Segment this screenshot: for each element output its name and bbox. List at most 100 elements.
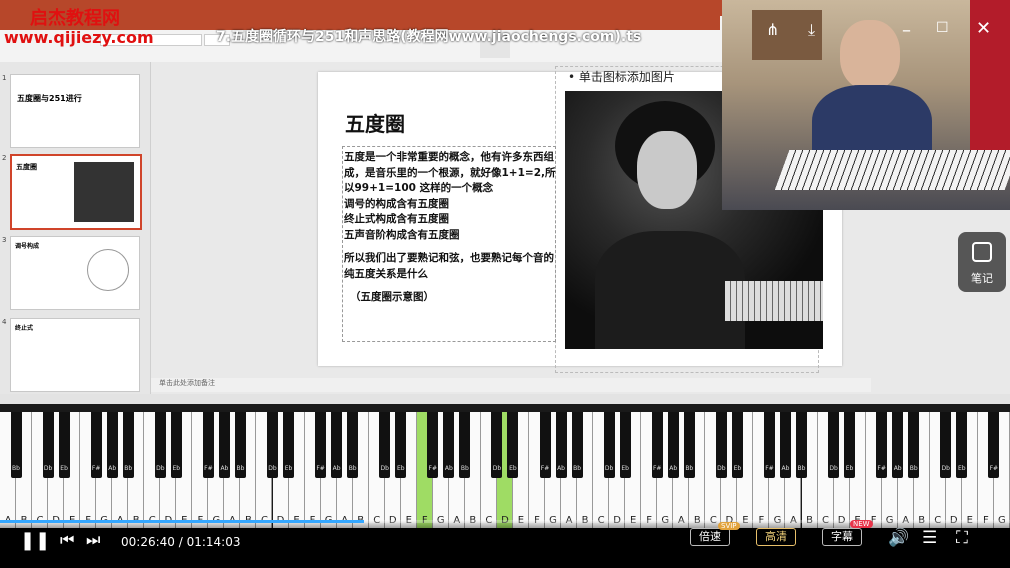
body-line: （五度圈示意图） [350, 291, 434, 303]
watermark-brand: 启杰教程网 [30, 8, 120, 29]
black-key: F# [651, 412, 663, 478]
black-key-label: Ab [893, 465, 902, 472]
black-key-label: F# [316, 465, 325, 472]
slide-thumbnail-4[interactable]: 终止式 [10, 318, 140, 392]
speed-button[interactable]: 倍速 [690, 528, 730, 546]
subtitle-button[interactable]: 字幕 [822, 528, 862, 546]
notes-pane[interactable]: 单击此处添加备注 [151, 378, 871, 392]
black-key-label: F# [204, 465, 213, 472]
black-key: Eb [507, 412, 519, 478]
black-key: Bb [908, 412, 920, 478]
minimize-icon[interactable]: – [902, 20, 911, 41]
body-line: 所以我们出了要熟记和弦，也要熟记每个音的纯五度关系是什么 [344, 252, 554, 280]
photo-face [637, 131, 697, 209]
next-icon[interactable]: ⏭ [86, 530, 100, 550]
black-key: Eb [170, 412, 182, 478]
body-line: 五度是一个非常重要的概念，他有许多东西组成，是音乐里的一个根源，就好像1+1=2… [344, 151, 556, 194]
ppt-status-bar [0, 394, 1010, 404]
image-placeholder-text: • 单击图标添加图片 [568, 70, 675, 84]
body-line [344, 282, 559, 290]
thumb-title: 终止式 [15, 325, 34, 332]
slide-thumbnail-3[interactable]: 调号构成 [10, 236, 140, 310]
black-key-label: Eb [845, 465, 854, 472]
black-key: Eb [283, 412, 295, 478]
black-key-label: F# [765, 465, 774, 472]
share-icon[interactable]: ⋔ [766, 20, 779, 39]
black-key: Db [828, 412, 840, 478]
body-line: 五声音阶构成含有五度圈 [344, 228, 460, 241]
black-key: Db [154, 412, 166, 478]
black-key: Eb [619, 412, 631, 478]
image-placeholder-label: 单击图标添加图片 [578, 70, 675, 84]
slide-number: 1 [2, 74, 7, 82]
black-key: Db [940, 412, 952, 478]
black-key: Ab [331, 412, 343, 478]
thumb-circle-diagram [87, 249, 129, 291]
black-key-label: Bb [12, 465, 20, 472]
black-key: Eb [395, 412, 407, 478]
black-key: F# [90, 412, 102, 478]
black-key: Ab [779, 412, 791, 478]
black-key-label: Db [268, 465, 277, 472]
slide-thumbnail-1[interactable]: 五度圈与251进行 [10, 74, 140, 148]
black-key: Ab [667, 412, 679, 478]
black-key: Bb [796, 412, 807, 478]
slide-number: 2 [2, 154, 7, 162]
black-key: Db [267, 412, 278, 478]
photo-keys [725, 281, 823, 321]
black-key-label: Ab [444, 465, 453, 472]
black-key-label: Ab [557, 465, 565, 472]
body-line: 调号的构成含有五度圈 [344, 197, 449, 210]
slide-body-text[interactable]: 五度是一个非常重要的概念，他有许多东西组成，是音乐里的一个根源，就好像1+1=2… [344, 150, 559, 306]
black-key: Eb [58, 412, 70, 478]
black-key-label: Db [941, 465, 950, 472]
slide-title[interactable]: 五度圈 [345, 108, 405, 137]
close-icon[interactable]: ✕ [976, 18, 991, 39]
previous-icon[interactable]: ⏮ [60, 530, 74, 550]
player-control-bar: ❚❚ ⏮ ⏭ 00:26:40 / 01:14:03 倍速 SVIP 高清 字幕… [0, 520, 1010, 568]
maximize-icon[interactable]: ☐ [936, 20, 949, 36]
fullscreen-icon[interactable]: ⛶ [956, 528, 968, 548]
black-key-label: F# [652, 465, 662, 472]
slide-thumbnail-2[interactable]: 五度圈 [10, 154, 142, 230]
thumb-title: 五度圈与251进行 [17, 94, 82, 103]
black-key-label: Ab [220, 465, 229, 472]
pause-icon[interactable]: ❚❚ [20, 530, 50, 551]
time-readout: 00:26:40 / 01:14:03 [121, 535, 240, 549]
black-key: Db [715, 412, 727, 478]
black-key-label: Db [156, 465, 165, 472]
body-line: 终止式构成含有五度圈 [344, 213, 449, 225]
black-key: Eb [731, 412, 743, 478]
download-icon[interactable]: ⤓ [808, 20, 815, 40]
piano-white-keys: ABCDEFGABCDEFGABCDEFGABCDEFGABCDEFGABCDE… [0, 412, 1010, 528]
black-key: F# [427, 412, 439, 478]
quality-button[interactable]: 高清 [756, 528, 796, 546]
black-key: F# [988, 412, 1000, 478]
black-key-label: F# [91, 465, 101, 472]
black-key-label: Eb [733, 465, 742, 472]
watermark-url: www.qijiezy.com [4, 28, 154, 47]
black-key-label: Ab [108, 465, 117, 472]
volume-icon[interactable]: 🔊 [888, 528, 909, 548]
black-key-label: Bb [685, 465, 694, 472]
black-key: Ab [106, 412, 118, 478]
thumb-title: 调号构成 [15, 243, 40, 250]
slide-thumbnail-pane: 1 五度圈与251进行 2 五度圈 3 调号构成 4 终止式 [0, 62, 151, 394]
black-key-label: Eb [509, 465, 517, 472]
subtitle-label: 字幕 [831, 530, 853, 543]
note-button[interactable]: 笔记 [958, 232, 1006, 292]
black-key: Bb [683, 412, 695, 478]
black-key: Bb [10, 412, 22, 478]
slide-number: 3 [2, 236, 7, 244]
black-key-label: F# [428, 465, 438, 472]
progress-fill [0, 520, 364, 523]
thumb-photo [74, 162, 134, 222]
black-key: F# [876, 412, 888, 478]
black-key: F# [202, 412, 214, 478]
black-key: Bb [122, 412, 134, 478]
black-key-label: Db [492, 465, 502, 472]
playlist-icon[interactable]: ☰ [922, 528, 937, 548]
webcam-overlay: ⋔ ⤓ – ☐ ✕ [722, 0, 1010, 210]
black-key: Eb [956, 412, 968, 478]
black-key: Ab [892, 412, 904, 478]
